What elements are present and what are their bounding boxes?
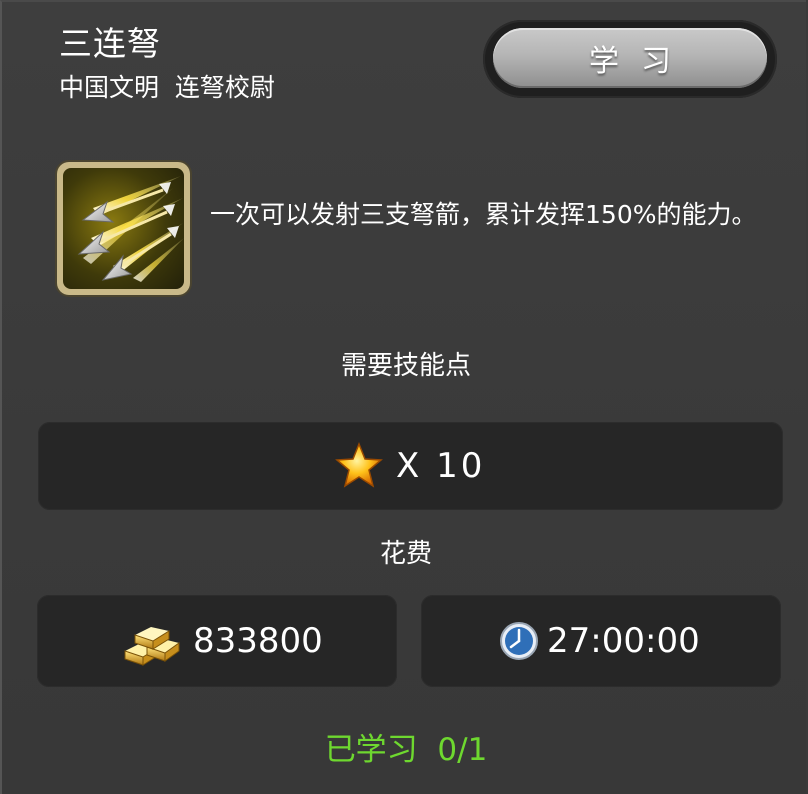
gold-bars-icon <box>119 613 183 669</box>
gold-cost-value: 833800 <box>193 621 323 661</box>
gold-cost-box: 833800 <box>37 595 397 687</box>
skill-description: 一次可以发射三支弩箭，累计发挥150%的能力。 <box>210 200 757 229</box>
skill-name: 三连弩 <box>59 24 161 63</box>
learn-button[interactable]: 学习 <box>493 28 767 88</box>
skill-points-box: X 10 <box>38 422 783 510</box>
skill-detail-panel: 三连弩 中国文明 连弩校尉 学习 一次可以发射三支弩箭，累计发挥150%的能力。… <box>0 0 806 794</box>
learned-status: 已学习 0/1 <box>324 732 488 768</box>
time-cost-box: 27:00:00 <box>421 595 781 687</box>
skill-subtitle: 中国文明 连弩校尉 <box>59 73 275 102</box>
time-cost-value: 27:00:00 <box>547 621 700 661</box>
star-icon <box>334 441 384 491</box>
clock-icon <box>499 621 539 661</box>
triple-crossbow-arrows-icon <box>63 168 184 289</box>
skill-icon-frame <box>57 162 190 295</box>
cost-label: 花费 <box>379 539 432 569</box>
skill-points-label: 需要技能点 <box>340 351 471 381</box>
skill-points-value: X 10 <box>396 446 486 486</box>
